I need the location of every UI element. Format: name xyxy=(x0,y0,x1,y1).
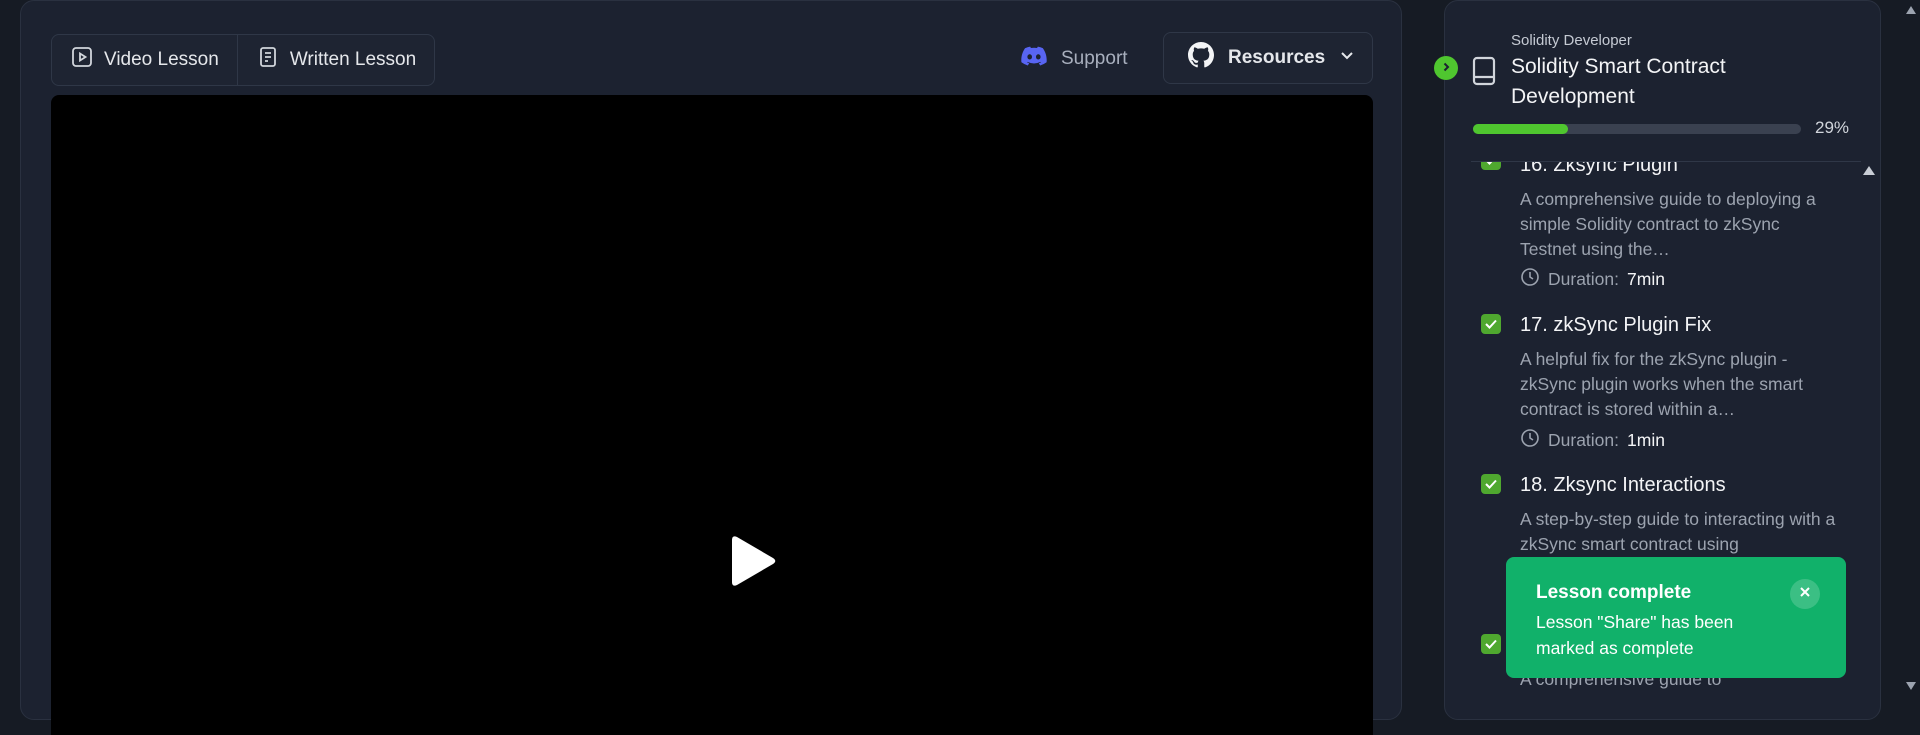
lesson-title[interactable]: 18. Zksync Interactions xyxy=(1520,474,1726,497)
toast-message: Lesson "Share" has been marked as comple… xyxy=(1536,612,1734,658)
course-progress-label: 29% xyxy=(1815,118,1850,137)
book-icon xyxy=(1471,56,1497,86)
document-icon xyxy=(256,45,280,75)
lesson-title[interactable]: 16. Zksync Plugin xyxy=(1520,162,1678,177)
lesson-complete-toast: Lesson complete Lesson "Share" has been … xyxy=(1506,557,1846,678)
lesson-title[interactable]: 17. zkSync Plugin Fix xyxy=(1520,314,1711,337)
close-icon xyxy=(1799,585,1811,603)
sidebar-toggle-button[interactable] xyxy=(1434,56,1458,80)
page-scroll-up-arrow[interactable] xyxy=(1906,6,1916,14)
play-icon[interactable] xyxy=(721,531,781,591)
course-title: Solidity Smart Contract Development xyxy=(1511,55,1726,108)
toast-close-button[interactable] xyxy=(1790,579,1820,609)
discord-icon xyxy=(1021,46,1047,72)
tab-video-lesson[interactable]: Video Lesson xyxy=(52,35,237,85)
checkmark-icon xyxy=(1485,319,1497,329)
lesson-complete-checkbox[interactable] xyxy=(1481,474,1501,494)
page-scrollbar[interactable] xyxy=(1903,0,1920,693)
lesson-duration: Duration: 1min xyxy=(1520,428,1665,453)
duration-label: Duration: xyxy=(1548,430,1620,450)
support-link[interactable]: Support xyxy=(1021,34,1128,84)
lesson-description: A step-by-step guide to interacting with… xyxy=(1520,509,1836,554)
tab-video-label: Video Lesson xyxy=(104,49,219,70)
checkmark-icon xyxy=(1486,162,1493,165)
lesson-panel: Video Lesson Written Lesson Support Reso… xyxy=(20,0,1402,735)
duration-value: 1min xyxy=(1627,430,1665,450)
tab-written-label: Written Lesson xyxy=(289,49,417,70)
lesson-duration: Duration: 7min xyxy=(1520,267,1665,292)
lesson-complete-checkbox[interactable] xyxy=(1481,314,1501,334)
duration-label: Duration: xyxy=(1548,269,1620,289)
clock-icon xyxy=(1520,267,1540,292)
course-progress-fill xyxy=(1473,124,1569,134)
video-icon xyxy=(70,45,94,75)
clock-icon xyxy=(1520,428,1540,453)
lesson-description: A helpful fix for the zkSync plugin - zk… xyxy=(1520,349,1804,419)
support-label: Support xyxy=(1061,48,1128,69)
toast-title: Lesson complete xyxy=(1536,582,1692,603)
tab-written-lesson[interactable]: Written Lesson xyxy=(236,35,434,85)
chevron-down-icon xyxy=(1339,47,1355,69)
resources-dropdown[interactable]: Resources xyxy=(1163,32,1373,84)
course-progress-bar xyxy=(1473,124,1801,134)
lesson-complete-checkbox[interactable] xyxy=(1481,162,1501,170)
course-category: Solidity Developer xyxy=(1511,32,1632,49)
chevron-right-icon xyxy=(1441,59,1451,77)
duration-value: 7min xyxy=(1627,269,1665,289)
resources-label: Resources xyxy=(1228,47,1326,68)
video-player[interactable] xyxy=(51,95,1373,735)
page-scroll-down-arrow[interactable] xyxy=(1906,682,1916,690)
scroll-up-arrow[interactable] xyxy=(1863,166,1875,175)
lesson-description: A comprehensive guide to deploying a sim… xyxy=(1520,189,1816,259)
lesson-complete-checkbox[interactable] xyxy=(1481,634,1501,654)
lesson-list-scrollbar[interactable] xyxy=(1862,161,1878,701)
checkmark-icon xyxy=(1485,479,1497,489)
checkmark-icon xyxy=(1485,639,1497,649)
github-icon xyxy=(1188,42,1215,74)
lesson-type-tabs: Video Lesson Written Lesson xyxy=(51,34,436,86)
